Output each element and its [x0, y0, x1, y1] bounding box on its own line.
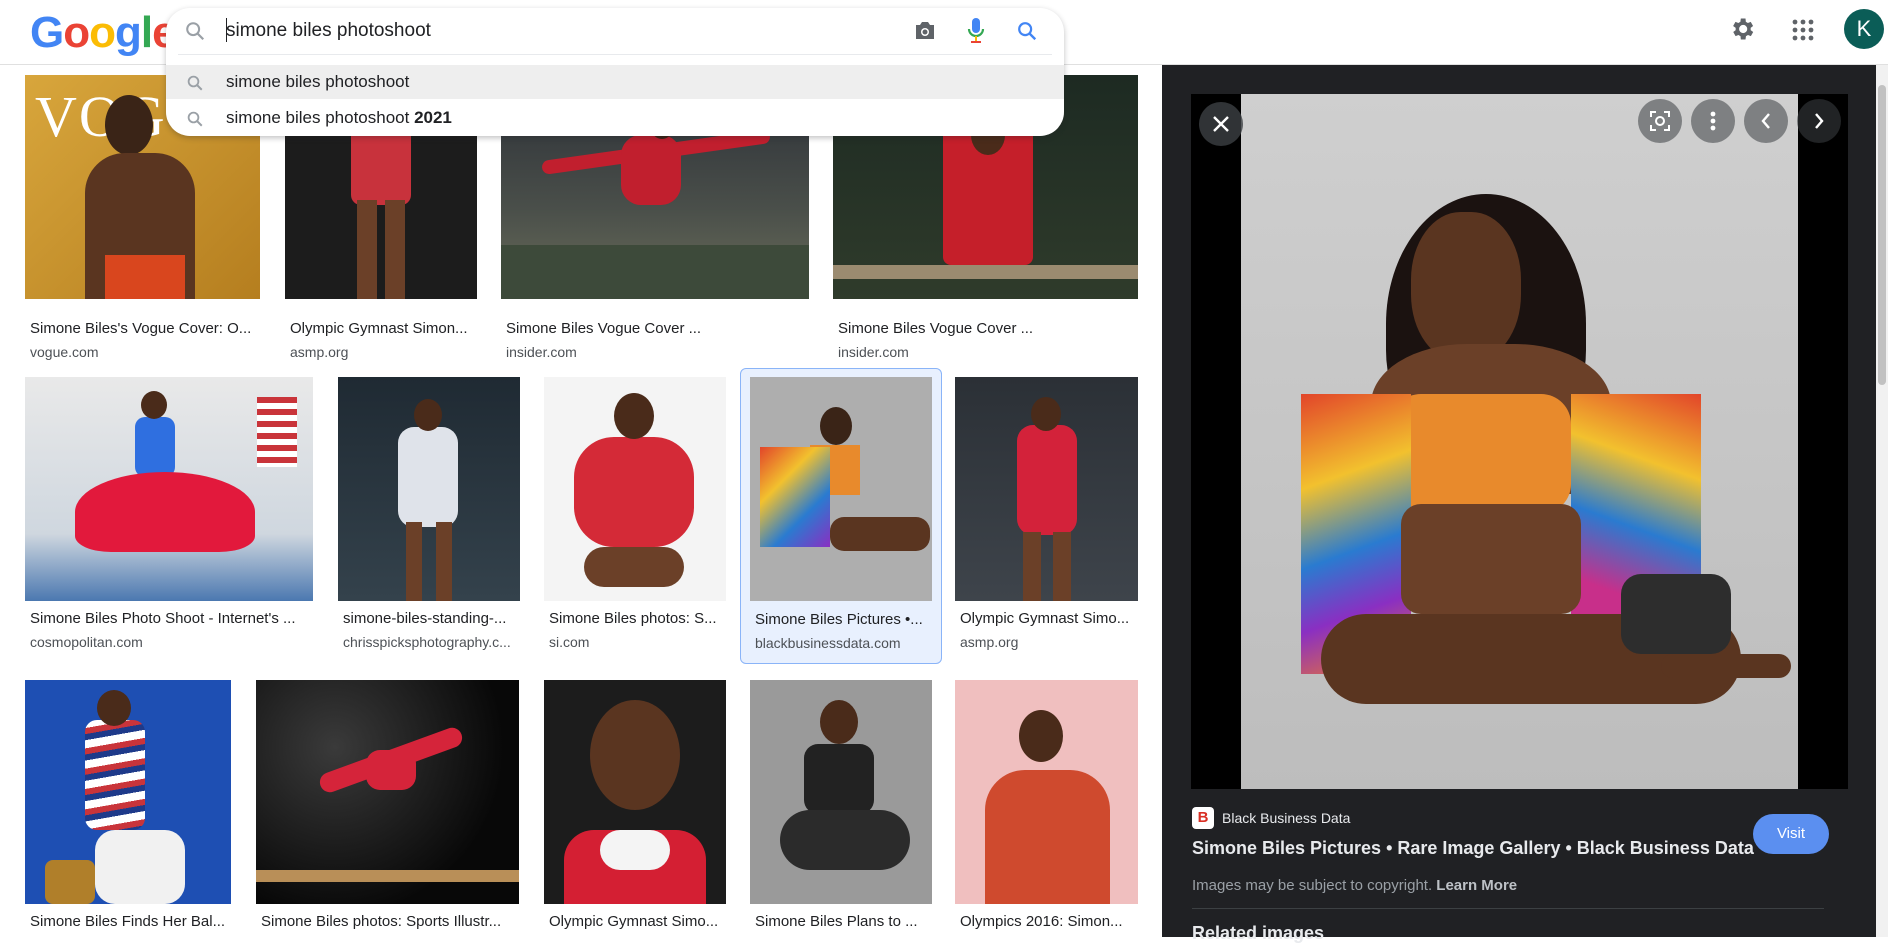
image-result[interactable]: Olympics 2016: Simon...: [955, 680, 1138, 937]
more-vert-icon: [1710, 111, 1716, 131]
result-source[interactable]: chrisspicksphotography.c...: [343, 634, 518, 650]
scrollbar-thumb[interactable]: [1878, 85, 1886, 385]
search-icon: [187, 75, 203, 91]
search-divider: [178, 54, 1052, 55]
suggestion-text: simone biles photoshoot 2021: [226, 108, 452, 127]
result-thumbnail[interactable]: [955, 377, 1138, 601]
search-box: simone biles photoshoot simone biles pho…: [166, 8, 1064, 136]
result-title[interactable]: Simone Biles's Vogue Cover: O...: [30, 320, 258, 337]
logo-letter: g: [115, 8, 142, 57]
settings-gear-icon[interactable]: [1728, 15, 1756, 43]
result-source[interactable]: insider.com: [838, 344, 1138, 360]
image-result[interactable]: Simone Biles photos: Sports Illustr...: [256, 680, 519, 937]
related-images-heading: Related images: [1192, 923, 1325, 943]
learn-more-link[interactable]: Learn More: [1436, 877, 1517, 894]
figure-hand: [1661, 654, 1791, 678]
result-title[interactable]: Olympic Gymnast Simon...: [290, 320, 475, 337]
source-name[interactable]: Black Business Data: [1222, 810, 1350, 826]
result-title[interactable]: Olympic Gymnast Simo...: [960, 610, 1138, 627]
result-thumbnail[interactable]: [544, 680, 726, 904]
result-title[interactable]: Simone Biles Vogue Cover ...: [506, 320, 806, 337]
result-source[interactable]: si.com: [549, 634, 724, 650]
preview-image[interactable]: [1241, 94, 1798, 789]
visit-button[interactable]: Visit: [1753, 814, 1829, 854]
previous-image-button[interactable]: [1744, 99, 1788, 143]
suggestion-item[interactable]: simone biles photoshoot: [166, 65, 1064, 99]
figure-torso: [1401, 504, 1581, 614]
result-title[interactable]: Simone Biles Photo Shoot - Internet's ..…: [30, 610, 310, 627]
figure-shorts: [1621, 574, 1731, 654]
result-title[interactable]: Simone Biles Plans to ...: [755, 913, 930, 930]
search-submit-icon[interactable]: [1016, 20, 1038, 42]
logo-letter: o: [63, 8, 90, 57]
image-result[interactable]: Simone Biles Finds Her Bal...: [25, 680, 231, 937]
result-title[interactable]: Simone Biles photos: Sports Illustr...: [261, 913, 519, 930]
image-result[interactable]: Simone Biles Photo Shoot - Internet's ..…: [25, 377, 313, 667]
logo-letter: o: [89, 8, 116, 57]
lens-search-button[interactable]: [1638, 99, 1682, 143]
result-thumbnail[interactable]: [256, 680, 519, 904]
result-source[interactable]: blackbusinessdata.com: [755, 635, 937, 651]
image-preview-panel: B Black Business Data Simone Biles Pictu…: [1162, 65, 1888, 943]
result-title[interactable]: Simone Biles Finds Her Bal...: [30, 913, 230, 930]
result-title[interactable]: simone-biles-standing-...: [343, 610, 518, 627]
suggestion-item[interactable]: simone biles photoshoot 2021: [166, 101, 1064, 135]
result-thumbnail[interactable]: [544, 377, 726, 601]
copyright-notice: Images may be subject to copyright. Lear…: [1192, 877, 1517, 894]
result-title[interactable]: Simone Biles Vogue Cover ...: [838, 320, 1138, 337]
figure-face: [1411, 212, 1521, 362]
image-result[interactable]: Simone Biles photos: S... si.com: [544, 377, 726, 667]
result-title[interactable]: Simone Biles Pictures •...: [755, 611, 937, 628]
preview-image-frame: [1191, 94, 1848, 789]
image-result[interactable]: Simone Biles Plans to ...: [750, 680, 932, 937]
logo-letter: l: [140, 8, 153, 57]
next-image-button[interactable]: [1797, 99, 1841, 143]
logo-letter: G: [30, 8, 64, 57]
image-result[interactable]: Olympic Gymnast Simo... asmp.org: [955, 377, 1138, 667]
result-source[interactable]: vogue.com: [30, 344, 258, 360]
image-result[interactable]: simone-biles-standing-... chrisspickspho…: [338, 377, 520, 667]
suggestion-text: simone biles photoshoot: [226, 72, 410, 91]
result-source[interactable]: asmp.org: [290, 344, 475, 360]
image-result-selected[interactable]: Simone Biles Pictures •... blackbusiness…: [740, 368, 942, 664]
result-thumbnail[interactable]: [750, 377, 932, 601]
preview-title[interactable]: Simone Biles Pictures • Rare Image Galle…: [1192, 838, 1754, 859]
result-source[interactable]: insider.com: [506, 344, 806, 360]
result-title[interactable]: Olympics 2016: Simon...: [960, 913, 1138, 930]
chevron-left-icon: [1761, 113, 1770, 129]
figure-top: [1391, 394, 1571, 514]
result-source[interactable]: cosmopolitan.com: [30, 634, 310, 650]
account-avatar[interactable]: K: [1844, 9, 1884, 49]
more-options-button[interactable]: [1691, 99, 1735, 143]
result-title[interactable]: Olympic Gymnast Simo...: [549, 913, 724, 930]
image-result[interactable]: Olympic Gymnast Simo...: [544, 680, 726, 937]
microphone-icon[interactable]: [966, 17, 986, 45]
result-title[interactable]: Simone Biles photos: S...: [549, 610, 724, 627]
panel-divider: [1192, 908, 1824, 909]
apps-grid-icon[interactable]: [1791, 18, 1815, 42]
result-thumbnail[interactable]: [25, 377, 313, 601]
close-button[interactable]: [1199, 102, 1243, 146]
search-icon: [187, 111, 203, 127]
lens-icon: [1650, 111, 1670, 131]
camera-search-icon[interactable]: [913, 20, 937, 42]
image-results-grid: VOG Simone Biles's Vogue Cover: O... vog…: [0, 65, 1160, 937]
search-row: simone biles photoshoot: [166, 8, 1064, 54]
result-thumbnail[interactable]: [750, 680, 932, 904]
result-thumbnail[interactable]: [25, 680, 231, 904]
page-scrollbar[interactable]: [1876, 65, 1888, 937]
result-thumbnail[interactable]: [955, 680, 1138, 904]
chevron-right-icon: [1815, 113, 1824, 129]
search-input[interactable]: simone biles photoshoot: [226, 20, 431, 42]
copyright-text: Images may be subject to copyright.: [1192, 877, 1433, 894]
search-icon: [186, 22, 205, 41]
source-row[interactable]: B Black Business Data: [1192, 807, 1350, 829]
result-thumbnail[interactable]: [338, 377, 520, 601]
google-logo[interactable]: Google: [30, 8, 177, 58]
source-favicon: B: [1192, 807, 1214, 829]
result-source[interactable]: asmp.org: [960, 634, 1138, 650]
close-icon: [1213, 116, 1229, 132]
